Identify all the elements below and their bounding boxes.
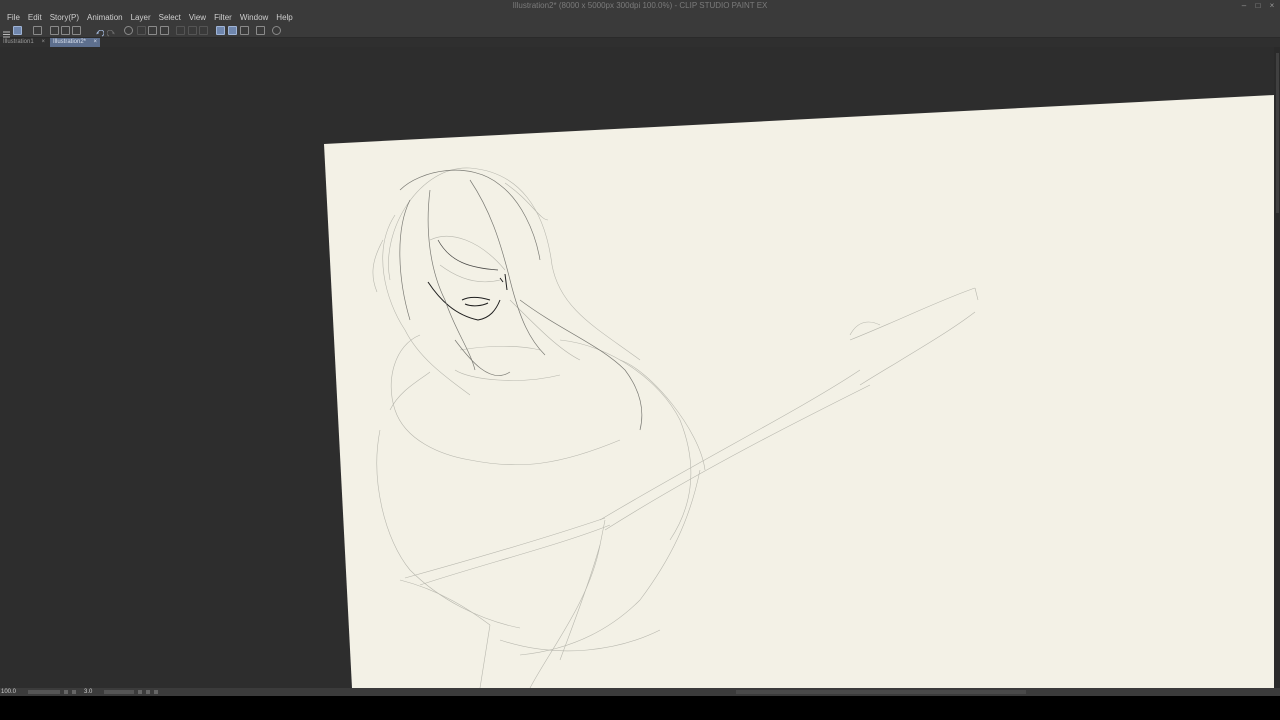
- canvas-workspace[interactable]: [0, 47, 1280, 688]
- title-bar: Illustration2* (8000 x 5000px 300dpi 100…: [0, 0, 1280, 12]
- minimize-icon[interactable]: –: [1240, 0, 1248, 12]
- clip-studio-icon[interactable]: [13, 26, 22, 35]
- transform-icon[interactable]: [148, 26, 157, 35]
- app-window: Illustration2* (8000 x 5000px 300dpi 100…: [0, 0, 1280, 720]
- device-icon[interactable]: [256, 26, 265, 35]
- menu-story[interactable]: Story(P): [46, 12, 83, 24]
- deselect-icon[interactable]: [160, 26, 169, 35]
- hamburger-menu-icon[interactable]: [2, 26, 11, 38]
- gear-settings-icon[interactable]: [33, 26, 42, 35]
- zoom-out-icon[interactable]: [72, 690, 76, 694]
- close-icon[interactable]: ×: [1268, 0, 1276, 12]
- undo-icon[interactable]: [95, 26, 105, 37]
- open-file-icon[interactable]: [61, 26, 70, 35]
- vertical-scrollbar[interactable]: [1274, 47, 1280, 688]
- close-tab-icon[interactable]: ×: [93, 38, 97, 47]
- clear-icon[interactable]: [124, 26, 133, 35]
- menu-edit[interactable]: Edit: [24, 12, 46, 24]
- window-controls: – □ ×: [1240, 0, 1276, 12]
- menu-window[interactable]: Window: [236, 12, 272, 24]
- vertical-scroll-thumb[interactable]: [1276, 53, 1279, 213]
- rotation-slider[interactable]: [104, 690, 134, 694]
- tab-label: Illustration2*: [53, 39, 87, 45]
- menu-file[interactable]: File: [3, 12, 24, 24]
- help-icon[interactable]: [272, 26, 281, 35]
- selection-launcher-icon[interactable]: [199, 26, 208, 35]
- save-icon[interactable]: [72, 26, 81, 35]
- menu-view[interactable]: View: [185, 12, 210, 24]
- paper-sheet: [324, 95, 1274, 688]
- zoom-slider[interactable]: [28, 690, 60, 694]
- menu-select[interactable]: Select: [155, 12, 185, 24]
- new-file-icon[interactable]: [50, 26, 59, 35]
- rotate-right-icon[interactable]: [146, 690, 150, 694]
- horizontal-scroll-thumb[interactable]: [736, 690, 1026, 694]
- drawing-canvas[interactable]: [0, 47, 1280, 688]
- invert-selection-icon[interactable]: [176, 26, 185, 35]
- close-tab-icon[interactable]: ×: [41, 38, 45, 47]
- tab-bar: Illustration1 × Illustration2* ×: [0, 38, 1280, 47]
- tab-illustration1[interactable]: Illustration1 ×: [0, 38, 48, 47]
- snap-ruler-icon[interactable]: [216, 26, 225, 35]
- snap-special-ruler-icon[interactable]: [228, 26, 237, 35]
- command-bar: [0, 24, 1280, 38]
- menu-help[interactable]: Help: [272, 12, 296, 24]
- crop-icon[interactable]: [188, 26, 197, 35]
- snap-grid-icon[interactable]: [240, 26, 249, 35]
- rotation-angle-value[interactable]: 3.0: [84, 688, 92, 696]
- menu-filter[interactable]: Filter: [210, 12, 236, 24]
- maximize-icon[interactable]: □: [1254, 0, 1262, 12]
- menu-layer[interactable]: Layer: [127, 12, 155, 24]
- menu-bar: File Edit Story(P) Animation Layer Selec…: [0, 12, 1280, 24]
- zoom-in-icon[interactable]: [64, 690, 68, 694]
- rotate-left-icon[interactable]: [138, 690, 142, 694]
- reset-rotation-icon[interactable]: [154, 690, 158, 694]
- tab-illustration2[interactable]: Illustration2* ×: [50, 38, 100, 47]
- fill-icon[interactable]: [137, 26, 146, 35]
- status-bar: 100.0 3.0: [0, 688, 1280, 696]
- video-letterbox: [0, 696, 1280, 720]
- tab-label: Illustration1: [3, 39, 34, 45]
- redo-icon[interactable]: [106, 26, 116, 37]
- zoom-value[interactable]: 100.0: [1, 688, 16, 696]
- menu-animation[interactable]: Animation: [83, 12, 127, 24]
- window-title: Illustration2* (8000 x 5000px 300dpi 100…: [512, 1, 768, 10]
